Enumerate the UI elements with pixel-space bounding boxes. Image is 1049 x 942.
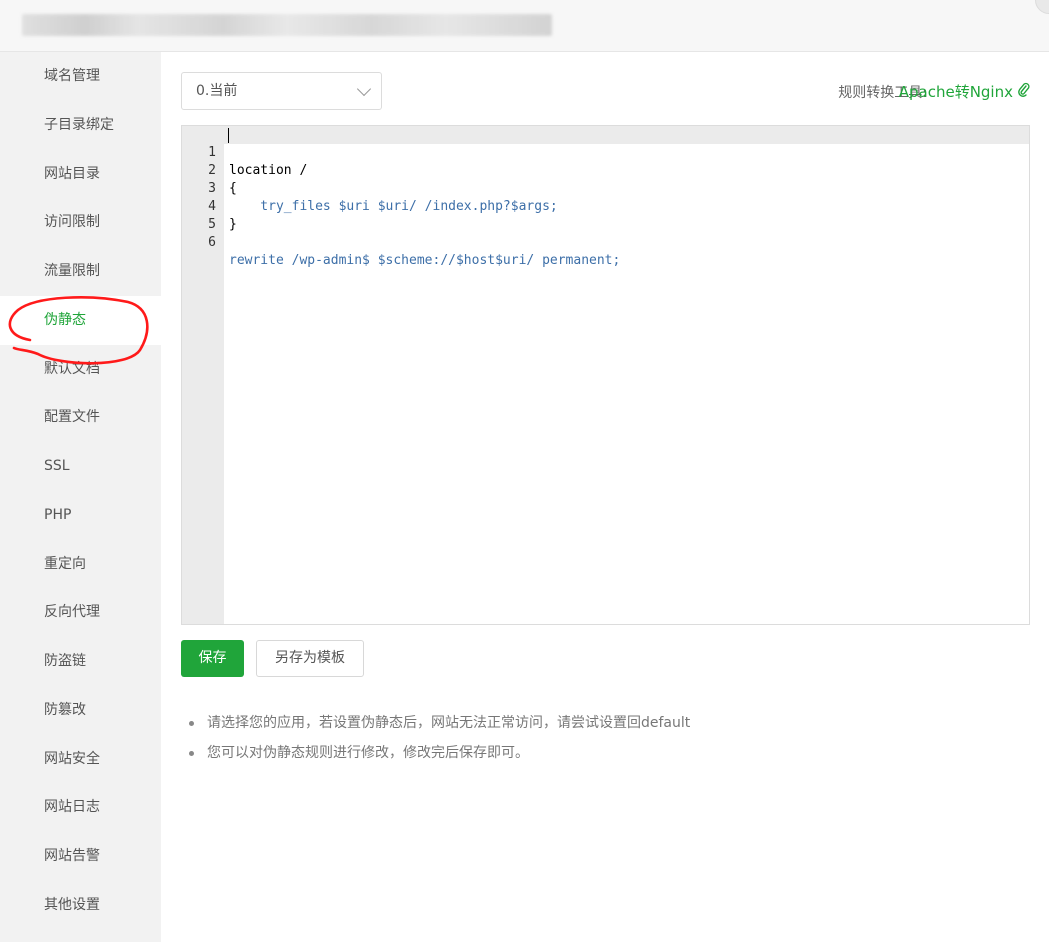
sidebar-item-default-doc[interactable]: 默认文档 [0,345,161,394]
text-cursor [228,128,229,143]
site-settings-window: 域名管理 子目录绑定 网站目录 访问限制 流量限制 伪静态 默认文档 配置文件 … [0,0,1049,942]
chevron-down-icon [356,81,372,97]
save-button[interactable]: 保存 [181,640,244,677]
sidebar-item-traffic-limit[interactable]: 流量限制 [0,247,161,296]
paperclip-icon[interactable] [1017,82,1031,98]
main-panel: 0.当前 规则转换工具: Apache转Nginx 1 location / 2… [161,52,1049,942]
sidebar-item-hotlink[interactable]: 防盗链 [0,637,161,686]
sidebar-item-access-limit[interactable]: 访问限制 [0,198,161,247]
tip-text: 您可以对伪静态规则进行修改，修改完后保存即可。 [207,745,529,761]
bullet-icon [189,751,194,756]
code-line: 1 location / [182,126,1029,178]
sidebar-item-other[interactable]: 其他设置 [0,881,161,930]
sidebar-item-site-dir[interactable]: 网站目录 [0,150,161,199]
sidebar-item-config-file[interactable]: 配置文件 [0,393,161,442]
sidebar-item-subdir[interactable]: 子目录绑定 [0,101,161,150]
code-line: 2 { [182,144,1029,196]
code-line: 4 } [182,180,1029,232]
list-item: 您可以对伪静态规则进行修改，修改完后保存即可。 [185,738,1025,768]
close-icon[interactable] [1035,0,1049,14]
window-title-redacted [22,14,552,36]
apache-to-nginx-link[interactable]: Apache转Nginx [899,81,1013,102]
code-line: 3 try_files $uri $uri/ /index.php?$args; [182,162,1029,214]
sidebar-item-ssl[interactable]: SSL [0,442,161,491]
code-line: 6 rewrite /wp-admin$ $scheme://$host$uri… [182,216,1029,268]
sidebar-item-tamper-proof[interactable]: 防篡改 [0,686,161,735]
tips-list: 请选择您的应用，若设置伪静态后，网站无法正常访问，请尝试设置回default 您… [185,708,1025,768]
list-item: 请选择您的应用，若设置伪静态后，网站无法正常访问，请尝试设置回default [185,708,1025,738]
sidebar-item-php[interactable]: PHP [0,491,161,540]
select-value: 0.当前 [196,83,238,99]
sidebar-item-reverse-proxy[interactable]: 反向代理 [0,588,161,637]
sidebar: 域名管理 子目录绑定 网站目录 访问限制 流量限制 伪静态 默认文档 配置文件 … [0,52,161,942]
code-line: 5 [182,198,1029,232]
sidebar-item-site-security[interactable]: 网站安全 [0,735,161,784]
tip-text: 请选择您的应用，若设置伪静态后，网站无法正常访问，请尝试设置回default [207,715,691,731]
save-as-template-button[interactable]: 另存为模板 [256,640,364,677]
sidebar-item-redirect[interactable]: 重定向 [0,540,161,589]
sidebar-item-site-log[interactable]: 网站日志 [0,783,161,832]
code-editor[interactable]: 1 location / 2 { 3 try_files $uri $uri/ … [181,125,1030,625]
title-bar [0,0,1049,52]
rewrite-template-select[interactable]: 0.当前 [181,72,382,110]
sidebar-item-rewrite[interactable]: 伪静态 [0,296,161,345]
bullet-icon [189,721,194,726]
line-number: 6 [208,235,216,250]
line-text: rewrite /wp-admin$ $scheme://$host$uri/ … [229,253,621,268]
sidebar-item-domain[interactable]: 域名管理 [0,52,161,101]
sidebar-item-site-alert[interactable]: 网站告警 [0,832,161,881]
